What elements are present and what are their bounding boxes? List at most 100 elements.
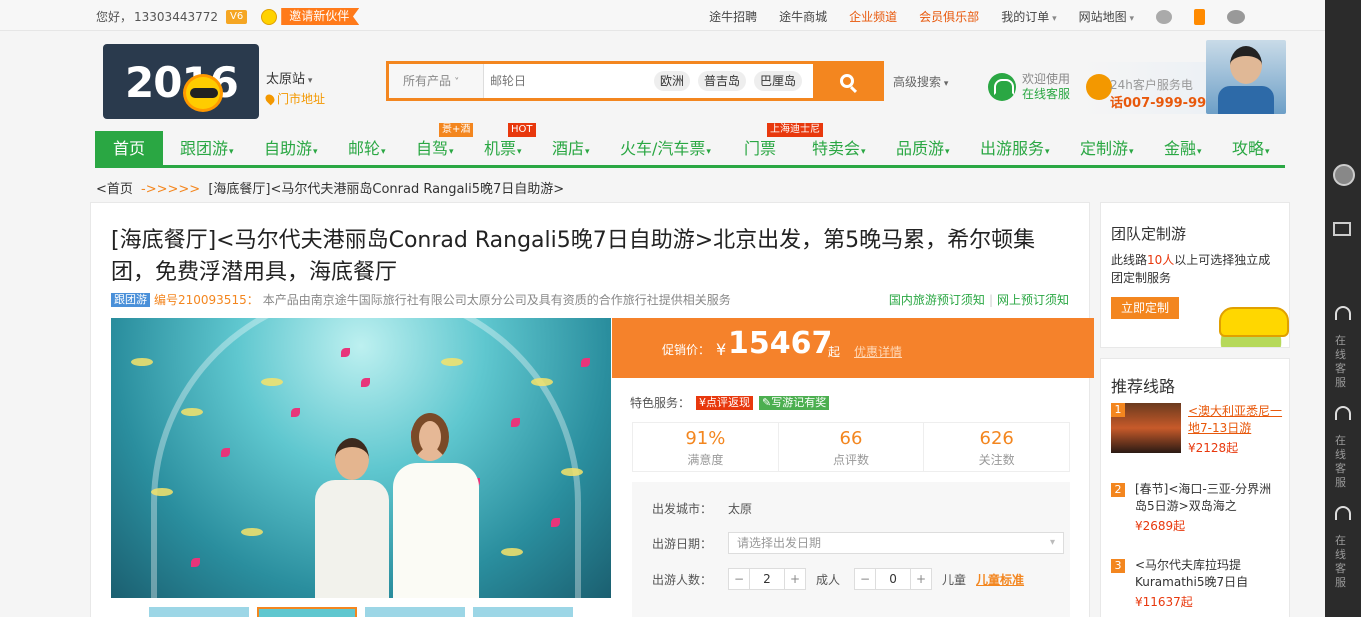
child-stepper: − 0 + (854, 568, 933, 590)
route-title[interactable]: <澳大利亚悉尼一地7-13日游 (1188, 403, 1283, 437)
booking-form: 出发城市： 太原 出游日期： 请选择出发日期 出游人数： − 2 + 成人 − … (632, 482, 1070, 617)
reviews-label: 点评数 (833, 453, 870, 467)
headset-icon[interactable] (1335, 406, 1351, 420)
advanced-search-link[interactable]: 高级搜索 (893, 73, 948, 90)
cs-label: 在线客服 (1335, 334, 1346, 389)
nav-home[interactable]: 首页 (95, 131, 163, 165)
online-notice-link[interactable]: 网上预订须知 (997, 293, 1069, 307)
thumbnail[interactable] (257, 607, 357, 617)
thumbnail[interactable] (365, 607, 465, 617)
link-enterprise[interactable]: 企业频道 (849, 8, 897, 25)
travel-date-label: 出游日期： (652, 536, 713, 551)
vip-badge[interactable]: V6 (226, 9, 248, 24)
travelogue-reward-tag[interactable]: ✎写游记有奖 (759, 395, 830, 410)
list-item[interactable]: 3 <马尔代夫库拉玛提Kuramathi5晚7日自 ¥11637起 (1111, 557, 1281, 610)
mail-icon[interactable] (1333, 222, 1351, 236)
hot-keyword[interactable]: 巴厘岛 (754, 71, 803, 91)
avatar-icon[interactable] (1333, 164, 1355, 186)
thumbnail[interactable] (149, 607, 249, 617)
child-minus-button[interactable]: − (855, 569, 875, 589)
cs-label: 在线客服 (1335, 534, 1346, 589)
currency-symbol: ¥ (716, 340, 727, 359)
nav-custom-tour[interactable]: 定制游 (1080, 131, 1134, 165)
nav-trains-buses[interactable]: 火车/汽车票 (620, 131, 711, 165)
site-logo[interactable]: 2016 (103, 44, 259, 119)
price-suffix: 起 (828, 345, 841, 359)
headset-icon[interactable] (1335, 506, 1351, 520)
photo-thumbnails (149, 607, 573, 617)
link-sitemap[interactable]: 网站地图 (1079, 8, 1134, 25)
car-illustration (1211, 279, 1289, 347)
user-phone[interactable]: 13303443772 (134, 10, 218, 24)
list-item[interactable]: 2 [春节]<海口-三亚-分界洲岛5日游>双岛海之 ¥2689起 (1111, 481, 1281, 534)
nav-cruise[interactable]: 邮轮 (348, 131, 386, 165)
child-plus-button[interactable]: + (911, 569, 931, 589)
adult-plus-button[interactable]: + (785, 569, 805, 589)
search-bar: 所有产品 欧洲 普吉岛 巴厘岛 (386, 61, 884, 101)
route-title[interactable]: [春节]<海口-三亚-分界洲岛5日游>双岛海之 (1135, 481, 1281, 515)
list-item[interactable]: 1 <澳大利亚悉尼一地7-13日游 ¥2128起 (1111, 403, 1283, 459)
link-mall[interactable]: 途牛商城 (779, 8, 827, 25)
wechat-icon[interactable] (1227, 9, 1245, 24)
link-my-orders[interactable]: 我的订单 (1001, 8, 1056, 25)
breadcrumb-home[interactable]: <首页 (96, 182, 133, 197)
hot-keyword[interactable]: 欧洲 (654, 71, 691, 91)
mobile-icon[interactable] (1194, 8, 1205, 25)
nav-travel-services[interactable]: 出游服务 (980, 131, 1050, 165)
invite-link[interactable]: 邀请新伙伴 (261, 8, 360, 25)
route-thumbnail: 1 (1111, 403, 1181, 453)
link-careers[interactable]: 途牛招聘 (709, 8, 757, 25)
travel-date-select[interactable]: 请选择出发日期 (728, 532, 1064, 554)
recommended-title: 推荐线路 (1111, 377, 1176, 396)
domestic-notice-link[interactable]: 国内旅游预订须知 (889, 293, 985, 307)
search-icon (840, 74, 854, 88)
nav-quality-tour[interactable]: 品质游 (896, 131, 950, 165)
nav-finance[interactable]: 金融 (1164, 131, 1202, 165)
product-code: 编号210093515： (154, 293, 259, 307)
child-count[interactable]: 0 (875, 569, 912, 589)
adult-count[interactable]: 2 (749, 569, 785, 589)
deal-details-link[interactable]: 优惠详情 (854, 343, 902, 360)
product-meta: 跟团游 编号210093515： 本产品由南京途牛国际旅行社有限公司太原分公司及… (111, 291, 731, 308)
nav-self-guided[interactable]: 自助游 (264, 131, 318, 165)
service-line2: 在线客服 (1022, 87, 1071, 101)
thumbnail[interactable] (473, 607, 573, 617)
mascot-icon (261, 8, 278, 25)
headset-icon[interactable] (1335, 306, 1351, 320)
product-title: [海底餐厅]<马尔代夫港丽岛Conrad Rangali5晚7日自助游>北京出发… (111, 228, 1036, 285)
invite-label: 邀请新伙伴 (281, 8, 360, 25)
nav-guides[interactable]: 攻略 (1232, 131, 1270, 165)
recommended-routes: 推荐线路 1 <澳大利亚悉尼一地7-13日游 ¥2128起 2 [春节]<海口-… (1100, 358, 1290, 617)
review-cashback-tag[interactable]: ¥点评返现 (696, 395, 754, 410)
child-standard-link[interactable]: 儿童标准 (976, 571, 1024, 588)
nav-group-tour[interactable]: 跟团游 (180, 131, 234, 165)
search-input[interactable] (484, 64, 654, 98)
features: 特色服务： ¥点评返现 ✎写游记有奖 (630, 394, 830, 411)
route-title[interactable]: <马尔代夫库拉玛提Kuramathi5晚7日自 (1135, 557, 1281, 591)
online-service[interactable]: 欢迎使用 在线客服 (988, 72, 1070, 102)
service-line1: 欢迎使用 (1022, 72, 1071, 86)
product-photo[interactable] (111, 318, 611, 598)
nav-hotels[interactable]: 酒店 (552, 131, 590, 165)
followers-value: 626 (979, 428, 1014, 449)
store-link[interactable]: 门市地址 (263, 90, 325, 107)
search-category-dropdown[interactable]: 所有产品 (389, 64, 484, 98)
badge-scenic-hotel: 景+酒 (439, 123, 474, 137)
adult-minus-button[interactable]: − (729, 569, 749, 589)
route-price: ¥2689起 (1135, 519, 1186, 533)
category-tag: 跟团游 (111, 292, 150, 307)
hot-keyword[interactable]: 普吉岛 (698, 71, 747, 91)
spokesperson-image (1206, 40, 1286, 114)
user-area: 您好， 13303443772 V6 邀请新伙伴 (96, 8, 360, 25)
customize-now-button[interactable]: 立即定制 (1111, 297, 1179, 319)
route-price: ¥2128起 (1188, 441, 1239, 455)
weibo-icon[interactable] (1156, 9, 1172, 24)
nav-flash-sale[interactable]: 特卖会 (812, 131, 866, 165)
city-selector[interactable]: 太原站 (266, 68, 312, 87)
link-club[interactable]: 会员俱乐部 (919, 8, 979, 25)
satisfaction-value: 91% (685, 428, 726, 449)
departure-city-label: 出发城市： (652, 502, 713, 516)
breadcrumb-arrows: ->>>>> (141, 182, 201, 197)
child-label: 儿童 (942, 572, 967, 587)
search-button[interactable] (813, 64, 881, 98)
